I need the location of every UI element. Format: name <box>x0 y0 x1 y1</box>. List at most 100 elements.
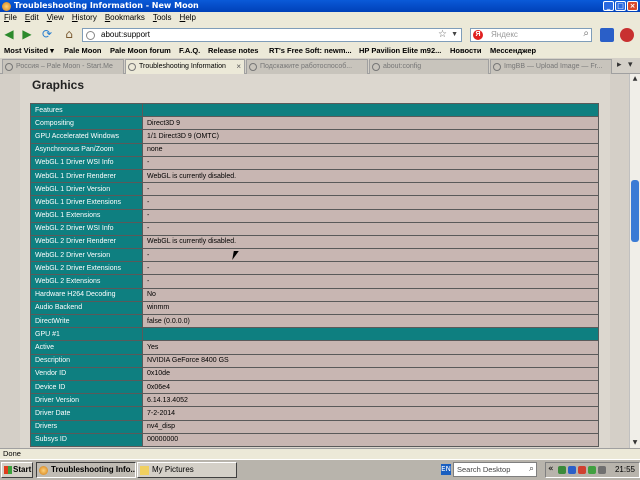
bookmark-rt-free-soft[interactable]: RT's Free Soft: newm... <box>269 44 352 58</box>
tray-expand-icon[interactable]: « <box>548 464 554 474</box>
vertical-scrollbar[interactable]: ▲ ▼ <box>629 74 640 448</box>
home-icon[interactable]: ⌂ <box>62 27 76 41</box>
row-value: Direct3D 9 <box>142 116 599 131</box>
chevron-down-icon[interactable]: ▼ <box>451 29 458 41</box>
mouse-cursor <box>232 251 242 260</box>
table-row: Hardware H264 Decoding No <box>30 287 599 302</box>
bookmark-faq[interactable]: F.A.Q. <box>179 44 200 58</box>
row-label: GPU #1 <box>30 327 143 342</box>
forward-arrow-icon[interactable]: ▶ <box>20 27 34 41</box>
folder-icon <box>140 466 149 475</box>
status-bar: Done <box>0 448 640 459</box>
close-button[interactable]: × <box>627 1 638 11</box>
navigation-toolbar: ◀ ▶ ⟳ ⌂ about:support ☆ ▼ Я Яндекс ⌕ <box>0 24 640 44</box>
row-value: Yes <box>142 340 599 355</box>
table-row: Driver Date 7-2-2014 <box>30 406 599 421</box>
title-bar: Troubleshooting Information - New Moon _… <box>0 0 640 12</box>
row-value: winmm <box>142 300 599 316</box>
search-icon[interactable]: ⌕ <box>529 462 534 475</box>
row-label: Hardware H264 Decoding <box>30 287 143 302</box>
scrollbar-thumb[interactable] <box>631 180 639 242</box>
bookmark-pale-moon[interactable]: Pale Moon <box>64 44 102 58</box>
row-label: WebGL 1 Driver WSI Info <box>30 155 143 170</box>
network-icon[interactable] <box>558 466 566 474</box>
tab-troubleshooting[interactable]: Troubleshooting Information × <box>125 59 245 74</box>
search-icon[interactable]: ⌕ <box>583 28 589 40</box>
menu-tools[interactable]: Tools <box>149 12 176 24</box>
table-row: WebGL 1 Driver WSI Info - <box>30 155 599 170</box>
graphics-table: Features Compositing Direct3D 9 GPU Acceler… <box>30 102 599 447</box>
menu-history[interactable]: History <box>68 12 101 24</box>
bookmark-most-visited[interactable]: Most Visited ▾ <box>4 44 54 58</box>
scroll-down-arrow-icon[interactable]: ▼ <box>630 438 640 448</box>
table-row: Vendor ID 0x10de <box>30 366 599 381</box>
menu-view[interactable]: View <box>43 12 68 24</box>
bookmark-pale-moon-forum[interactable]: Pale Moon forum <box>110 44 171 58</box>
tab-forum-topic[interactable]: Подскажите работоспособ... <box>246 59 368 74</box>
app-icon <box>2 2 11 11</box>
menu-icon[interactable] <box>620 28 634 42</box>
table-row: GPU Accelerated Windows 1/1 Direct3D 9 (O… <box>30 129 599 144</box>
row-label: WebGL 1 Driver Renderer <box>30 168 143 184</box>
row-label: Vendor ID <box>30 366 143 381</box>
row-label: Subsys ID <box>30 432 143 447</box>
row-value: - <box>142 195 599 210</box>
bluetooth-icon[interactable] <box>568 466 576 474</box>
tab-scroll-right-icon[interactable]: ▸ <box>617 60 622 70</box>
row-label: Asynchronous Pan/Zoom <box>30 142 143 157</box>
security-icon[interactable] <box>578 466 586 474</box>
table-row: WebGL 1 Driver Renderer WebGL is currentl… <box>30 168 599 184</box>
row-value: - <box>142 261 599 276</box>
bookmark-star-icon[interactable]: ☆ <box>438 29 447 41</box>
page-icon <box>86 31 95 40</box>
browser-icon <box>39 466 48 475</box>
scroll-up-arrow-icon[interactable]: ▲ <box>630 74 640 84</box>
table-row: WebGL 2 Driver Renderer WebGL is currentl… <box>30 234 599 250</box>
row-value: 1/1 Direct3D 9 (OMTC) <box>142 129 599 144</box>
update-icon[interactable] <box>588 466 596 474</box>
bookmark-messenger[interactable]: Мессенджер <box>490 44 536 58</box>
tab-about-config[interactable]: about:config <box>369 59 489 74</box>
language-indicator[interactable]: EN <box>441 464 451 475</box>
menu-bookmarks[interactable]: Bookmarks <box>101 12 149 24</box>
table-row: WebGL 2 Driver WSI Info - <box>30 221 599 236</box>
reload-icon[interactable]: ⟳ <box>40 27 54 41</box>
desktop-search-input[interactable]: Search Desktop ⌕ <box>453 462 537 477</box>
tab-list-icon[interactable]: ▾ <box>628 60 633 70</box>
table-row: Description NVIDIA GeForce 8400 GS <box>30 353 599 368</box>
yandex-icon[interactable]: Я <box>473 30 483 40</box>
taskbar-button-browser[interactable]: Troubleshooting Info... <box>36 462 136 478</box>
close-icon[interactable]: × <box>236 60 241 73</box>
bookmark-hp-pavilion[interactable]: HP Pavilion Elite m92... <box>359 44 441 58</box>
table-row: Subsys ID 00000000 <box>30 432 599 447</box>
table-row: WebGL 2 Extensions - <box>30 274 599 289</box>
start-button[interactable]: Start <box>1 462 33 478</box>
back-arrow-icon[interactable]: ◀ <box>2 27 16 41</box>
volume-icon[interactable] <box>598 466 606 474</box>
table-row: Asynchronous Pan/Zoom none <box>30 142 599 157</box>
row-value: 7-2-2014 <box>142 406 599 421</box>
addon-icon[interactable] <box>600 28 614 42</box>
search-box[interactable]: Я Яндекс ⌕ <box>470 28 592 42</box>
taskbar-button-my-pictures[interactable]: My Pictures <box>137 462 237 478</box>
table-row: Device ID 0x06e4 <box>30 379 599 395</box>
page-icon <box>493 63 501 71</box>
row-label: WebGL 2 Driver WSI Info <box>30 221 143 236</box>
menu-bar: File Edit View History Bookmarks Tools H… <box>0 12 640 24</box>
menu-help[interactable]: Help <box>176 12 200 24</box>
status-text: Done <box>3 449 21 458</box>
minimize-button[interactable]: _ <box>603 1 614 11</box>
tab-imgbb[interactable]: ImgBB — Upload Image — Fr... <box>490 59 612 74</box>
start-label: Start <box>13 465 32 474</box>
bookmark-release-notes[interactable]: Release notes <box>208 44 258 58</box>
menu-file[interactable]: File <box>0 12 21 24</box>
row-label: WebGL 1 Extensions <box>30 208 143 223</box>
bookmark-news[interactable]: Новости <box>450 44 481 58</box>
row-label: Features <box>30 102 143 118</box>
tab-start-me[interactable]: Россия – Pale Moon - Start.Me <box>2 59 124 74</box>
address-bar[interactable]: about:support ☆ ▼ <box>82 28 462 42</box>
page-content: Graphics Features Compositing Direct3D 9 GP… <box>0 74 629 448</box>
row-label: WebGL 2 Extensions <box>30 274 143 289</box>
menu-edit[interactable]: Edit <box>21 12 43 24</box>
maximize-button[interactable]: □ <box>615 1 626 11</box>
